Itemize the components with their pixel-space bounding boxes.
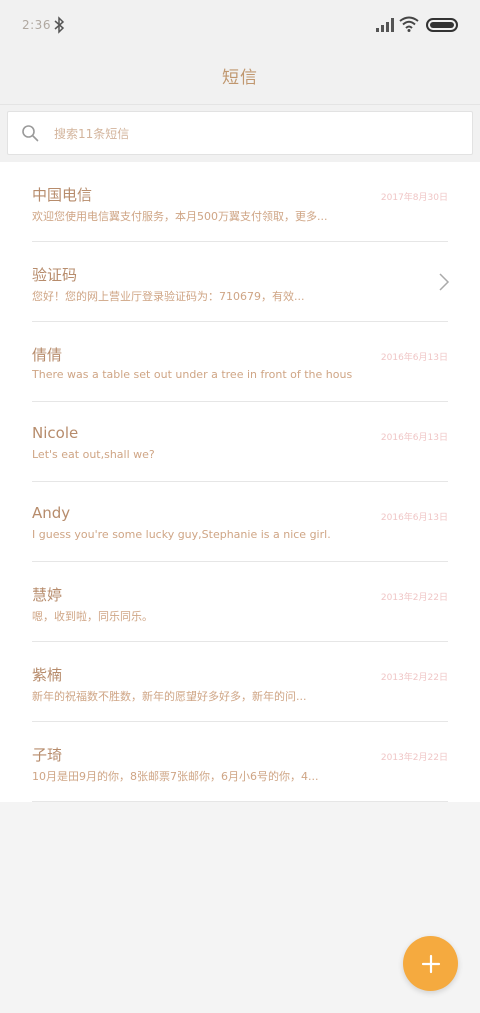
new-message-button[interactable] bbox=[403, 936, 458, 991]
conversation-row[interactable]: 倩倩 2016年6月13日 There was a table set out … bbox=[0, 322, 480, 402]
message-preview: 嗯，收到啦，同乐同乐。 bbox=[32, 610, 153, 623]
battery-icon bbox=[426, 18, 458, 32]
wifi-icon bbox=[399, 16, 419, 32]
search-icon bbox=[22, 125, 39, 142]
message-date: 2016年6月13日 bbox=[380, 513, 448, 523]
message-date: 2013年2月22日 bbox=[380, 673, 448, 683]
message-preview: I guess you're some lucky guy,Stephanie … bbox=[32, 528, 331, 541]
message-preview: 10月是田9月的你，8张邮票7张邮你，6月小6号的你，4... bbox=[32, 770, 319, 783]
signal-icon bbox=[376, 18, 394, 32]
conversation-row[interactable]: Andy 2016年6月13日 I guess you're some luck… bbox=[0, 482, 480, 562]
search-box[interactable] bbox=[7, 111, 473, 155]
status-bar: 2:36 bbox=[0, 0, 480, 52]
message-preview: 欢迎您使用电信翼支付服务，本月500万翼支付领取，更多... bbox=[32, 210, 328, 223]
search-bar bbox=[0, 104, 480, 163]
conversation-row[interactable]: Nicole 2016年6月13日 Let's eat out,shall we… bbox=[0, 402, 480, 482]
message-date: 2016年6月13日 bbox=[380, 353, 448, 363]
contact-name: Andy bbox=[32, 504, 71, 522]
message-preview: 您好！您的网上营业厅登录验证码为：710679，有效... bbox=[32, 290, 305, 303]
contact-name: 紫楠 bbox=[32, 666, 63, 684]
conversation-row[interactable]: 慧婷 2013年2月22日 嗯，收到啦，同乐同乐。 bbox=[0, 562, 480, 642]
conversation-row[interactable]: 中国电信 2017年8月30日 欢迎您使用电信翼支付服务，本月500万翼支付领取… bbox=[0, 162, 480, 242]
contact-name: Nicole bbox=[32, 424, 79, 442]
contact-name: 中国电信 bbox=[32, 186, 93, 204]
conversation-row[interactable]: 紫楠 2013年2月22日 新年的祝福数不胜数，新年的愿望好多好多，新年的问..… bbox=[0, 642, 480, 722]
contact-name: 验证码 bbox=[32, 266, 78, 284]
title-bar: 短信 bbox=[0, 52, 480, 104]
status-time: 2:36 bbox=[22, 18, 51, 32]
bluetooth-icon bbox=[54, 16, 65, 34]
page-title: 短信 bbox=[222, 68, 258, 88]
message-date: 2013年2月22日 bbox=[380, 753, 448, 763]
search-input[interactable] bbox=[52, 120, 456, 148]
contact-name: 子琦 bbox=[32, 746, 63, 764]
conversation-row[interactable]: 验证码 您好！您的网上营业厅登录验证码为：710679，有效... bbox=[0, 242, 480, 322]
chevron-right-icon[interactable] bbox=[438, 272, 450, 292]
conversation-list: 中国电信 2017年8月30日 欢迎您使用电信翼支付服务，本月500万翼支付领取… bbox=[0, 162, 480, 802]
message-date: 2016年6月13日 bbox=[380, 433, 448, 443]
message-preview: There was a table set out under a tree i… bbox=[32, 368, 353, 381]
message-preview: Let's eat out,shall we? bbox=[32, 448, 155, 461]
message-date: 2013年2月22日 bbox=[380, 593, 448, 603]
divider bbox=[32, 801, 448, 802]
plus-icon bbox=[421, 954, 440, 973]
message-date: 2017年8月30日 bbox=[380, 193, 448, 203]
contact-name: 倩倩 bbox=[32, 346, 63, 364]
message-preview: 新年的祝福数不胜数，新年的愿望好多好多，新年的问... bbox=[32, 690, 307, 703]
contact-name: 慧婷 bbox=[32, 586, 63, 604]
conversation-row[interactable]: 子琦 2013年2月22日 10月是田9月的你，8张邮票7张邮你，6月小6号的你… bbox=[0, 722, 480, 802]
